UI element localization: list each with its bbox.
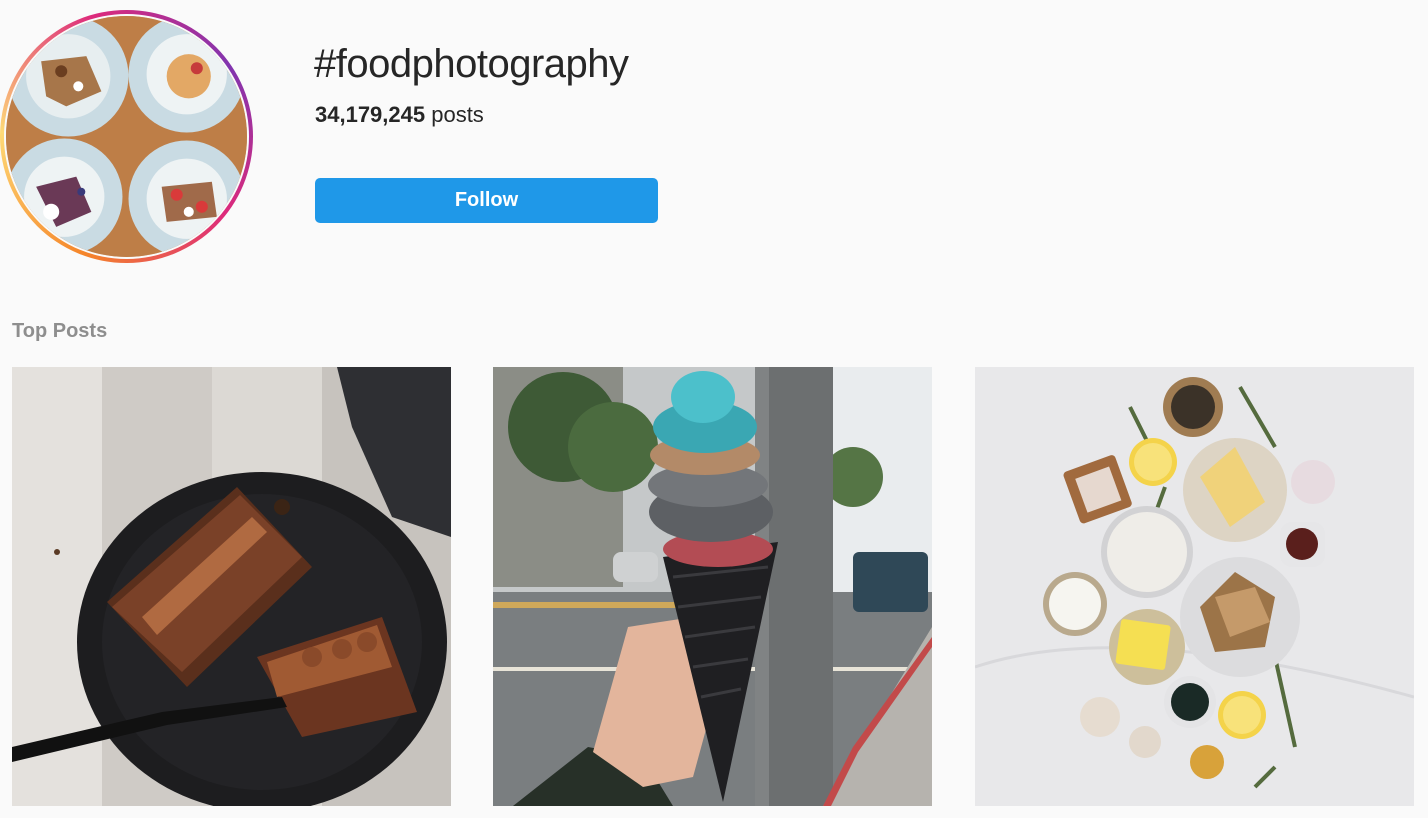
post-image-ice-cream <box>493 367 932 806</box>
post-count: 34,179,245 posts <box>315 102 484 128</box>
post-image-ingredients-flatlay <box>975 367 1414 806</box>
post-image-chocolate-cake <box>12 367 451 806</box>
post-count-label: posts <box>425 102 484 127</box>
top-post-1[interactable] <box>12 367 451 806</box>
hashtag-avatar[interactable] <box>6 16 247 257</box>
follow-button[interactable]: Follow <box>315 178 658 223</box>
page-title: #foodphotography <box>314 42 629 86</box>
hashtag-page: #foodphotography 34,179,245 posts Follow… <box>0 0 1428 818</box>
top-post-3[interactable] <box>975 367 1414 806</box>
top-posts-heading: Top Posts <box>12 320 108 342</box>
hashtag-avatar-ring[interactable] <box>0 10 253 263</box>
post-count-number: 34,179,245 <box>315 102 426 127</box>
top-post-2[interactable] <box>493 367 932 806</box>
avatar-image-food-plates <box>6 16 247 257</box>
